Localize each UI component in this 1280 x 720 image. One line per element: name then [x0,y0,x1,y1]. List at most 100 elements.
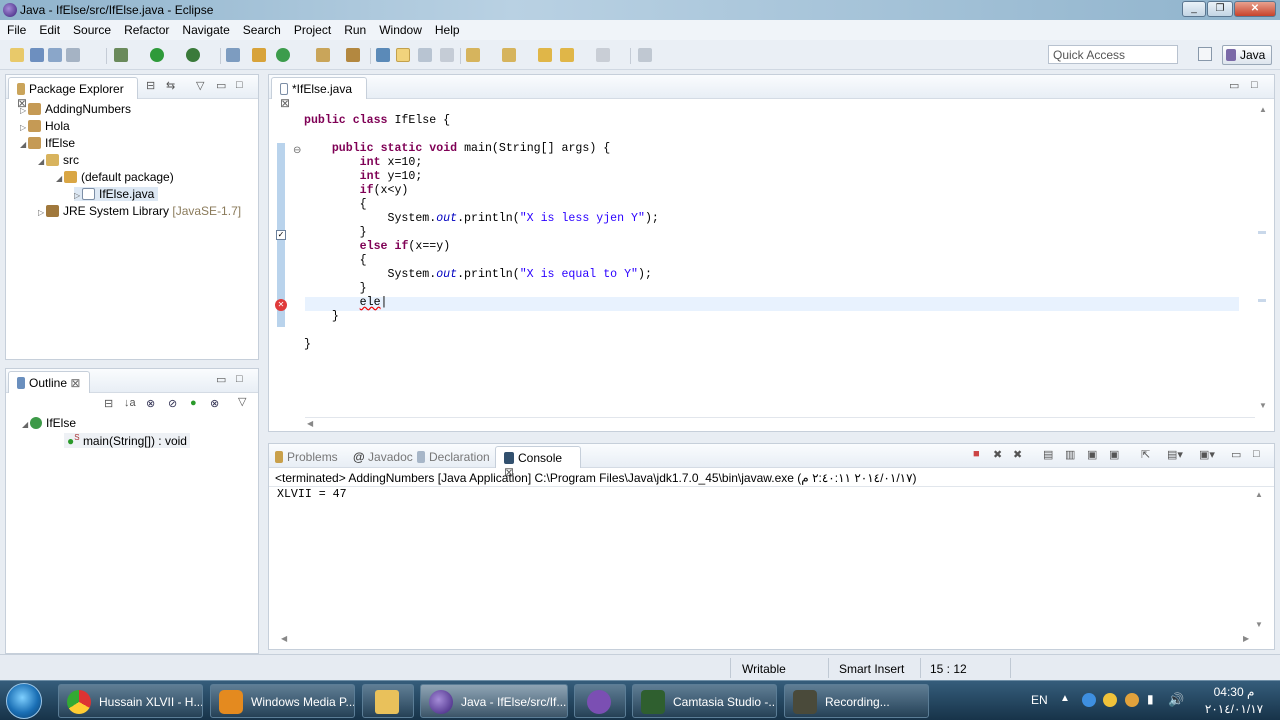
scroll-up-icon[interactable]: ▲ [1255,490,1263,499]
menu-file[interactable]: File [0,20,32,37]
print-icon[interactable] [66,48,80,62]
maximize-view-icon[interactable]: □ [236,373,243,385]
tree-item-ifelse[interactable]: ◢ IfElse [20,136,75,150]
menu-edit[interactable]: Edit [32,20,66,37]
view-menu-icon[interactable]: ▽ [196,79,204,92]
scroll-down-icon[interactable]: ▼ [1259,401,1267,410]
toggle-mark-occurrences-icon[interactable] [396,48,410,62]
collapse-all-icon[interactable]: ⊟ [104,397,113,410]
menu-refactor[interactable]: Refactor [117,20,175,37]
display-console-icon[interactable]: ▤▾ [1167,448,1183,461]
outline-tab[interactable]: Outline ⊠ [8,371,90,393]
taskbar-item-eclipse[interactable]: Java - IfElse/src/If... [420,684,568,718]
search-icon[interactable] [376,48,390,62]
show-whitespace-icon[interactable] [440,48,454,62]
run-icon[interactable] [150,48,164,62]
menu-search[interactable]: Search [236,20,287,37]
terminate-icon[interactable]: ■ [973,448,980,460]
menu-source[interactable]: Source [66,20,117,37]
new-class-icon[interactable] [276,48,290,62]
horizontal-scrollbar[interactable]: ◀ [305,417,1255,431]
link-editor-icon[interactable]: ⇆ [166,79,175,92]
java-perspective-button[interactable]: Java [1222,45,1272,65]
taskbar-item-explorer[interactable] [362,684,414,718]
debug-icon[interactable] [114,48,128,62]
maximize-view-icon[interactable]: □ [1253,448,1260,460]
menu-navigate[interactable]: Navigate [175,20,235,37]
hide-local-types-icon[interactable]: ⊗ [210,397,219,410]
error-icon[interactable]: ✕ [275,299,287,311]
update-tray-icon[interactable] [1125,693,1139,707]
new-package-icon[interactable] [252,48,266,62]
minimize-view-icon[interactable]: ▭ [216,79,226,92]
hide-nonpublic-icon[interactable]: ● [190,397,197,409]
scroll-up-icon[interactable]: ▲ [1259,105,1267,114]
signal-tray-icon[interactable]: ▮ [1147,692,1154,706]
save-icon[interactable] [30,48,44,62]
clear-console-icon[interactable]: ▤ [1043,448,1053,461]
pin-console-icon[interactable]: ⇱ [1141,448,1150,461]
sort-icon[interactable]: ↓a [124,397,136,409]
security-tray-icon[interactable] [1103,693,1117,707]
taskbar-item-recording[interactable]: Recording... [784,684,929,718]
show-stderr-icon[interactable]: ▣ [1109,448,1119,461]
menu-window[interactable]: Window [372,20,428,37]
show-hidden-icons[interactable]: ▲ [1060,693,1070,704]
scroll-left-icon[interactable]: ◀ [307,419,313,428]
forward-icon[interactable] [596,48,610,62]
tab-console[interactable]: Console ⊠ [495,446,581,479]
minimize-view-icon[interactable]: ▭ [1229,79,1239,92]
minimize-view-icon[interactable]: ▭ [1231,448,1241,461]
maximize-view-icon[interactable]: □ [236,79,243,91]
previous-annotation-icon[interactable] [502,48,516,62]
save-all-icon[interactable] [48,48,62,62]
taskbar-item-camtasia[interactable]: Camtasia Studio -... [632,684,777,718]
view-menu-icon[interactable]: ▽ [238,395,246,408]
back-icon[interactable] [560,48,574,62]
clock-date[interactable]: ٢٠١٤/٠١/١٧ [1196,702,1272,716]
remove-launch-icon[interactable]: ✖ [993,448,1002,461]
open-task-icon[interactable] [346,48,360,62]
remove-all-icon[interactable]: ✖ [1013,448,1022,461]
minimize-button[interactable]: _ [1182,1,1206,17]
tab-problems[interactable]: Problems [275,450,338,464]
menu-help[interactable]: Help [428,20,466,37]
package-explorer-tab[interactable]: Package Explorer ⊠ [8,77,138,110]
scroll-down-icon[interactable]: ▼ [1255,620,1263,629]
show-stdout-icon[interactable]: ▣ [1087,448,1097,461]
open-console-icon[interactable]: ▣▾ [1199,448,1215,461]
quick-access-input[interactable]: Quick Access [1048,45,1178,64]
outline-class[interactable]: ◢ IfElse [22,416,76,430]
language-indicator[interactable]: EN [1031,693,1048,707]
start-button[interactable] [6,683,42,719]
scroll-lock-icon[interactable]: ▥ [1065,448,1075,461]
code-text[interactable]: public class IfElse { public static void… [304,114,659,352]
collapse-all-icon[interactable]: ⊟ [146,79,155,92]
close-button[interactable]: ✕ [1234,1,1276,17]
menu-project[interactable]: Project [287,20,337,37]
tree-item-jre[interactable]: ▷ JRE System Library [JavaSE-1.7] [38,204,241,218]
pin-editor-icon[interactable] [638,48,652,62]
tab-javadoc[interactable]: @ Javadoc [353,450,413,464]
tree-item-ifelse-java[interactable]: ▷ IfElse.java [74,187,159,201]
block-selection-icon[interactable] [418,48,432,62]
maximize-button[interactable]: ❐ [1207,1,1233,17]
tree-item-hola[interactable]: ▷ Hola [20,119,70,133]
taskbar-item-viber[interactable] [574,684,626,718]
volume-tray-icon[interactable]: 🔊 [1168,692,1184,708]
scroll-right-icon[interactable]: ▶ [1243,634,1249,643]
tab-declaration[interactable]: Declaration [417,450,490,464]
open-perspective-icon[interactable] [1198,47,1212,61]
console-output[interactable]: XLVII = 47 [277,488,347,501]
tree-item-src[interactable]: ◢ src [38,153,79,167]
close-icon[interactable]: ⊠ [280,96,290,110]
external-tools-icon[interactable] [226,48,240,62]
hide-fields-icon[interactable]: ⊗ [146,397,155,410]
editor-tab[interactable]: *IfElse.java ⊠ [271,77,367,110]
minimize-view-icon[interactable]: ▭ [216,373,226,386]
clock-time[interactable]: 04:30 م [1196,685,1272,699]
outline-method[interactable]: ●S main(String[]) : void [64,433,190,448]
menu-run[interactable]: Run [337,20,372,37]
coverage-icon[interactable] [186,48,200,62]
tree-item-addingnumbers[interactable]: ▷ AddingNumbers [20,102,131,116]
